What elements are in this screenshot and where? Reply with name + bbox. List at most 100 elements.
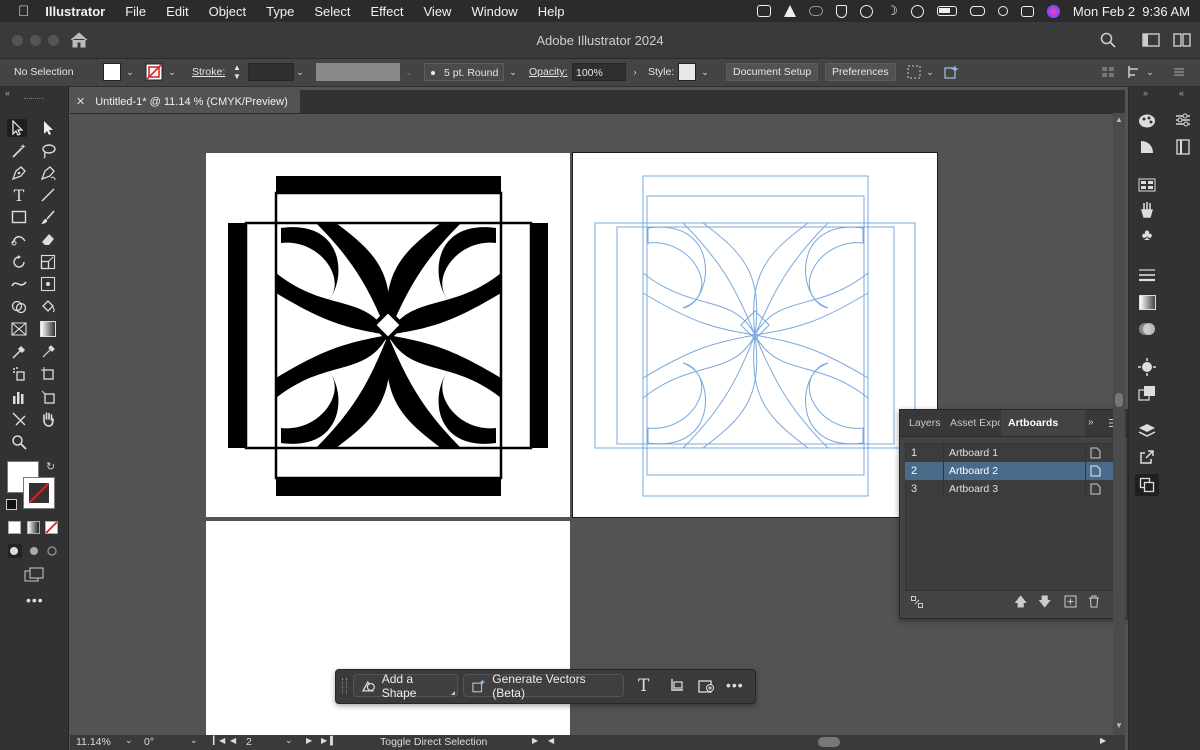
quick-actions-dropdown[interactable]: ⌄ <box>923 63 937 81</box>
perspective-grid-tool-icon[interactable] <box>9 320 29 338</box>
direct-selection-tool-icon[interactable] <box>38 119 58 137</box>
live-paint-bucket-tool-icon[interactable] <box>38 298 58 316</box>
recolor-panel-icon[interactable] <box>1138 113 1156 129</box>
scale-tool-icon[interactable] <box>38 253 58 271</box>
line-segment-tool-icon[interactable] <box>38 186 58 204</box>
menu-select[interactable]: Select <box>314 4 350 19</box>
apple-icon[interactable]:  <box>18 3 29 20</box>
type-icon[interactable]: T <box>638 676 649 696</box>
gradient-mode-icon[interactable] <box>27 521 40 534</box>
paintbrush-tool-icon[interactable] <box>38 208 58 226</box>
preferences-button[interactable]: Preferences <box>825 63 896 81</box>
gradient-panel-icon[interactable] <box>1138 139 1156 155</box>
stroke-stepper[interactable]: ▲ ▼ <box>230 63 244 81</box>
menu-edit[interactable]: Edit <box>166 4 188 19</box>
artboard-row-2[interactable]: 2 Artboard 2 <box>905 462 1119 480</box>
fill-dropdown[interactable]: ⌄ <box>123 63 137 81</box>
menu-type[interactable]: Type <box>266 4 294 19</box>
appearance-panel-icon[interactable] <box>1138 358 1156 376</box>
measure-tool-icon[interactable] <box>38 343 58 361</box>
opacity-dropdown[interactable]: › <box>628 63 642 81</box>
shaper-tool-icon[interactable] <box>9 230 29 248</box>
more-options-icon[interactable]: ••• <box>726 677 744 693</box>
none-mode-icon[interactable] <box>45 521 58 534</box>
edit-toolbar-icon[interactable]: ••• <box>26 592 44 608</box>
play-icon[interactable] <box>860 4 874 18</box>
panel-collapse-icon[interactable]: » <box>1088 417 1094 428</box>
default-fill-stroke-icon[interactable] <box>6 499 17 510</box>
width-tool-icon[interactable] <box>9 275 29 293</box>
menu-help[interactable]: Help <box>538 4 565 19</box>
siri-icon[interactable] <box>1046 4 1060 18</box>
vertical-scrollbar[interactable]: ▲ ▼ <box>1113 113 1125 735</box>
eraser-tool-icon[interactable] <box>38 230 58 248</box>
artboard-number-field[interactable]: 2 <box>246 736 252 748</box>
menu-effect[interactable]: Effect <box>370 4 403 19</box>
stroke-dropdown[interactable]: ⌄ <box>165 63 179 81</box>
tab-asset-export[interactable]: Asset Expo <box>950 410 1000 436</box>
style-swatch[interactable] <box>678 63 696 81</box>
artboard-1[interactable] <box>206 153 570 517</box>
stroke-label[interactable]: Stroke: <box>192 63 225 81</box>
toolbar-grip[interactable] <box>24 98 44 101</box>
stroke-panel-icon[interactable] <box>1138 267 1156 283</box>
scroll-left-icon[interactable]: ◀ <box>548 736 554 745</box>
move-up-icon[interactable]: 🡅 <box>1014 593 1027 615</box>
stroke-weight-dropdown[interactable]: ⌄ <box>293 63 307 81</box>
scroll-down-icon[interactable]: ▼ <box>1115 721 1123 730</box>
properties-panel-icon[interactable] <box>1174 112 1192 128</box>
brush-definition[interactable]: 5 pt. Round <box>424 63 504 81</box>
gradient-swatch-panel-icon[interactable] <box>1138 294 1156 310</box>
menu-app-name[interactable]: Illustrator <box>45 4 105 19</box>
moon-icon[interactable]: ☽ <box>886 3 898 19</box>
menu-file[interactable]: File <box>125 4 146 19</box>
tab-artboards[interactable]: Artboards <box>1001 410 1085 436</box>
transform-dropdown[interactable]: ⌄ <box>1143 63 1157 81</box>
move-down-icon[interactable]: 🡇 <box>1038 593 1051 615</box>
zoom-dropdown-icon[interactable]: ⌄ <box>125 735 133 746</box>
eyedropper-tool-icon[interactable] <box>9 343 29 361</box>
variable-width-dropdown[interactable]: ⌄ <box>402 63 416 81</box>
last-artboard-icon[interactable]: ▶▐ <box>321 736 333 745</box>
artboard-row-3[interactable]: 3 Artboard 3 <box>905 480 1119 498</box>
quick-actions-icon[interactable] <box>905 63 923 81</box>
control-center-icon[interactable] <box>1020 5 1034 17</box>
zoom-level[interactable]: 11.14% <box>76 736 111 748</box>
collapse-toolbar-icon[interactable]: « <box>5 88 10 98</box>
artboard-options-icon[interactable] <box>1090 483 1101 495</box>
menu-window[interactable]: Window <box>471 4 517 19</box>
shape-builder-tool-icon[interactable] <box>9 298 29 316</box>
symbols-panel-icon[interactable]: ♣ <box>1138 227 1156 244</box>
artboard-options-icon[interactable] <box>1090 447 1101 459</box>
place-image-icon[interactable] <box>698 678 715 694</box>
style-dropdown[interactable]: ⌄ <box>698 63 712 81</box>
screen-mirror-icon[interactable] <box>969 6 985 16</box>
transparency-panel-icon[interactable] <box>1138 321 1156 337</box>
draw-behind-icon[interactable] <box>27 544 41 558</box>
swap-fill-stroke-icon[interactable]: ↻ <box>46 460 55 473</box>
artboard-row-1[interactable]: 1 Artboard 1 <box>905 444 1119 462</box>
rotation-dropdown-icon[interactable]: ⌄ <box>190 735 198 746</box>
screen-mode-icon[interactable] <box>24 567 44 583</box>
previous-artboard-icon[interactable]: ◀ <box>230 736 236 745</box>
user-icon[interactable] <box>910 4 924 18</box>
layers-panel-icon[interactable] <box>1138 423 1156 439</box>
artboard-number-dropdown-icon[interactable]: ⌄ <box>285 735 293 746</box>
stroke-weight-input[interactable] <box>248 63 294 81</box>
lasso-tool-icon[interactable] <box>38 142 58 160</box>
gradient-tool-icon[interactable] <box>38 320 58 338</box>
magic-wand-tool-icon[interactable] <box>9 142 29 160</box>
pen-tool-icon[interactable] <box>9 164 29 182</box>
artboard-options-icon[interactable] <box>1090 465 1101 477</box>
next-artboard-icon[interactable]: ▶ <box>306 736 312 745</box>
control-bar-menu-icon[interactable] <box>1172 63 1186 81</box>
libraries-panel-icon[interactable] <box>1174 139 1192 155</box>
delete-artboard-icon[interactable] <box>1088 595 1100 608</box>
artboard-2[interactable] <box>572 152 938 518</box>
first-artboard-icon[interactable]: ▎◀ <box>213 736 225 745</box>
vlc-icon[interactable] <box>784 5 797 17</box>
search-icon[interactable] <box>1100 32 1116 48</box>
variable-width-profile[interactable] <box>316 63 400 81</box>
color-mode-icon[interactable] <box>8 521 21 534</box>
add-shape-button[interactable]: Add a Shape <box>353 672 458 700</box>
